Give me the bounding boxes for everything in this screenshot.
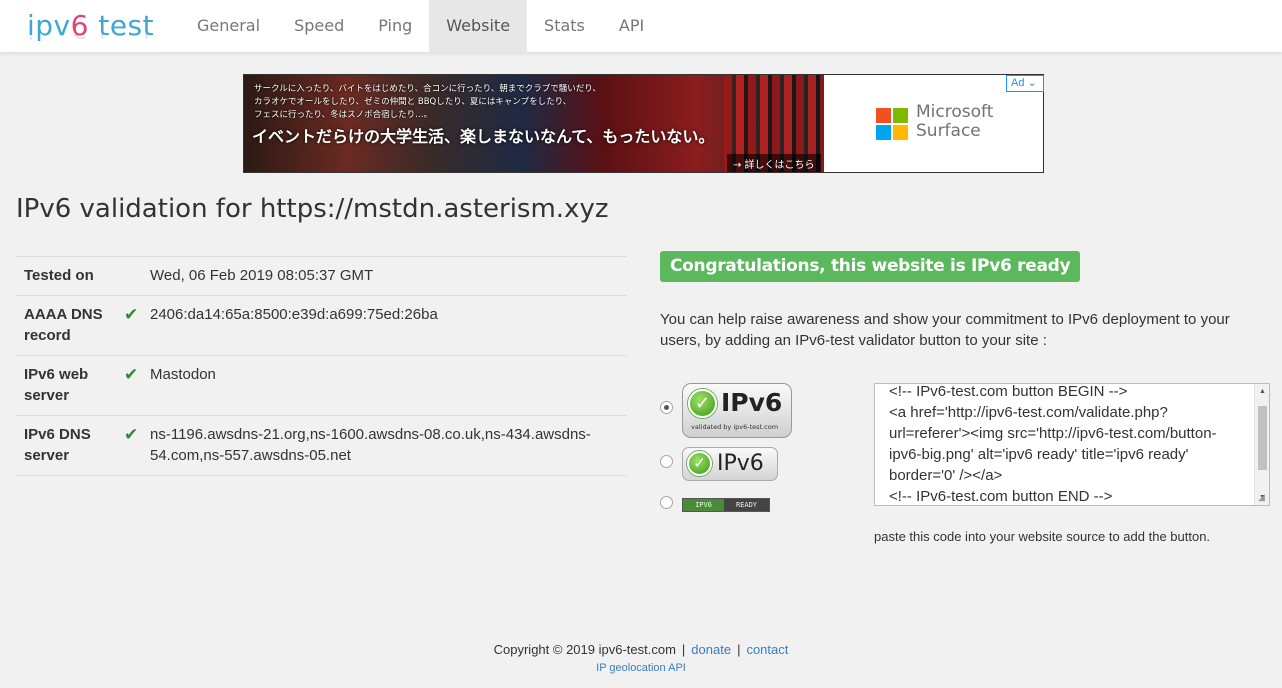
table-row: IPv6 web server ✔ Mastodon [16, 355, 627, 416]
row-label: AAAA DNS record [16, 295, 116, 356]
donate-link[interactable]: donate [691, 642, 731, 657]
checkmark-icon: ✔ [116, 295, 150, 356]
help-text: You can help raise awareness and show yo… [660, 311, 1230, 349]
ad-banner[interactable]: サークルに入ったり、バイトをはじめたり、合コンに行ったり、朝までクラブで騒いだり… [243, 74, 1044, 173]
microsoft-logo-icon [876, 108, 908, 140]
ad-choices-badge[interactable]: Ad ⌄ [1006, 75, 1044, 92]
row-label: IPv6 web server [16, 355, 116, 416]
nav-website[interactable]: Website [429, 0, 528, 53]
ipv6-badge-medium[interactable]: ✓ IPv6 [682, 447, 778, 481]
check-circle-icon: ✓ [688, 389, 717, 418]
logo-reflection: ipv6 test [27, 34, 154, 48]
badge-option-mid-radio[interactable] [660, 455, 673, 468]
row-value: Mastodon [150, 355, 627, 416]
results-table: Tested on Wed, 06 Feb 2019 08:05:37 GMT … [16, 256, 627, 476]
button-code-textarea[interactable]: <!-- IPv6-test.com button BEGIN --> <a h… [874, 383, 1270, 506]
row-value: 2406:da14:65a:8500:e39d:a699:75ed:26ba [150, 295, 627, 356]
ad-text-line-1: サークルに入ったり、バイトをはじめたり、合コンに行ったり、朝までクラブで騒いだり… [254, 84, 601, 94]
ad-headline: イベントだらけの大学生活、楽しまないなんて、もったいない。 [252, 127, 715, 146]
nav-ping[interactable]: Ping [361, 0, 429, 53]
nav-stats[interactable]: Stats [527, 0, 602, 53]
checkmark-icon: ✔ [116, 355, 150, 416]
ad-brand-name: Microsoft Surface [916, 103, 993, 141]
footer-geo: IP geolocation API [0, 660, 1282, 676]
ipv6-badge-big[interactable]: ✓ IPv6 validated by ipv6-test.com [682, 383, 792, 438]
page-title: IPv6 validation for https://mstdn.asteri… [16, 194, 609, 224]
row-label: IPv6 DNS server [16, 415, 116, 476]
ipv6-ready-label: Congratulations, this website is IPv6 re… [660, 251, 1081, 282]
ad-brand-line-1: Microsoft [916, 102, 994, 122]
textarea-scrollbar[interactable]: ▲ ▼ [1254, 384, 1269, 505]
badge-option-big-radio[interactable] [660, 401, 673, 414]
ipv6-badge-small[interactable]: IPV6 READY [682, 498, 770, 512]
contact-link[interactable]: contact [746, 642, 788, 657]
footer-links: Copyright © 2019 ipv6-test.com | donate | co… [0, 640, 1282, 660]
check-circle-icon: ✓ [687, 451, 712, 476]
footer: Copyright © 2019 ipv6-test.com | donate | co… [0, 640, 1282, 676]
badge-big-word: IPv6 [721, 388, 783, 417]
main-nav: General Speed Ping Website Stats API [180, 0, 661, 53]
nav-general[interactable]: General [180, 0, 277, 53]
ad-cta-link[interactable]: → 詳しくはこちら [727, 154, 821, 172]
row-status [116, 256, 150, 296]
badge-option-small-radio[interactable] [660, 496, 673, 509]
nav-api[interactable]: API [602, 0, 661, 53]
row-label: Tested on [16, 256, 116, 296]
code-snippet: <!-- IPv6-test.com button BEGIN --> <a h… [889, 383, 1217, 505]
footer-separator: | [681, 642, 686, 657]
scrollbar-thumb[interactable] [1258, 406, 1267, 470]
ad-text-line-3: フェスに行ったり、冬はスノボ合宿したり…。 [254, 110, 433, 120]
ad-brand-line-2: Surface [916, 121, 981, 141]
ad-text-line-2: カラオケでオールをしたり、ゼミの仲間と BBQしたり、夏にはキャンプをしたり、 [254, 97, 572, 107]
row-value: ns-1196.awsdns-21.org,ns-1600.awsdns-08.… [150, 415, 627, 476]
geolocation-api-link[interactable]: IP geolocation API [596, 662, 686, 674]
copyright-text: Copyright © 2019 ipv6-test.com [493, 642, 676, 657]
badge-big-subtext: validated by ipv6-test.com [691, 423, 779, 431]
nav-speed[interactable]: Speed [277, 0, 361, 53]
table-row: IPv6 DNS server ✔ ns-1196.awsdns-21.org,… [16, 415, 627, 476]
scroll-up-icon[interactable]: ▲ [1255, 384, 1269, 399]
table-row: Tested on Wed, 06 Feb 2019 08:05:37 GMT [16, 256, 627, 296]
footer-separator: | [737, 642, 741, 657]
table-row: AAAA DNS record ✔ 2406:da14:65a:8500:e39… [16, 295, 627, 356]
checkmark-icon: ✔ [116, 415, 150, 476]
row-value: Wed, 06 Feb 2019 08:05:37 GMT [150, 256, 627, 296]
badge-small-left: IPV6 [683, 499, 724, 511]
badge-mid-word: IPv6 [717, 451, 764, 476]
paste-note: paste this code into your website source… [874, 529, 1211, 544]
badge-small-right: READY [724, 499, 769, 511]
top-navbar: ipv6 test ipv6 test General Speed Ping W… [0, 0, 1282, 53]
